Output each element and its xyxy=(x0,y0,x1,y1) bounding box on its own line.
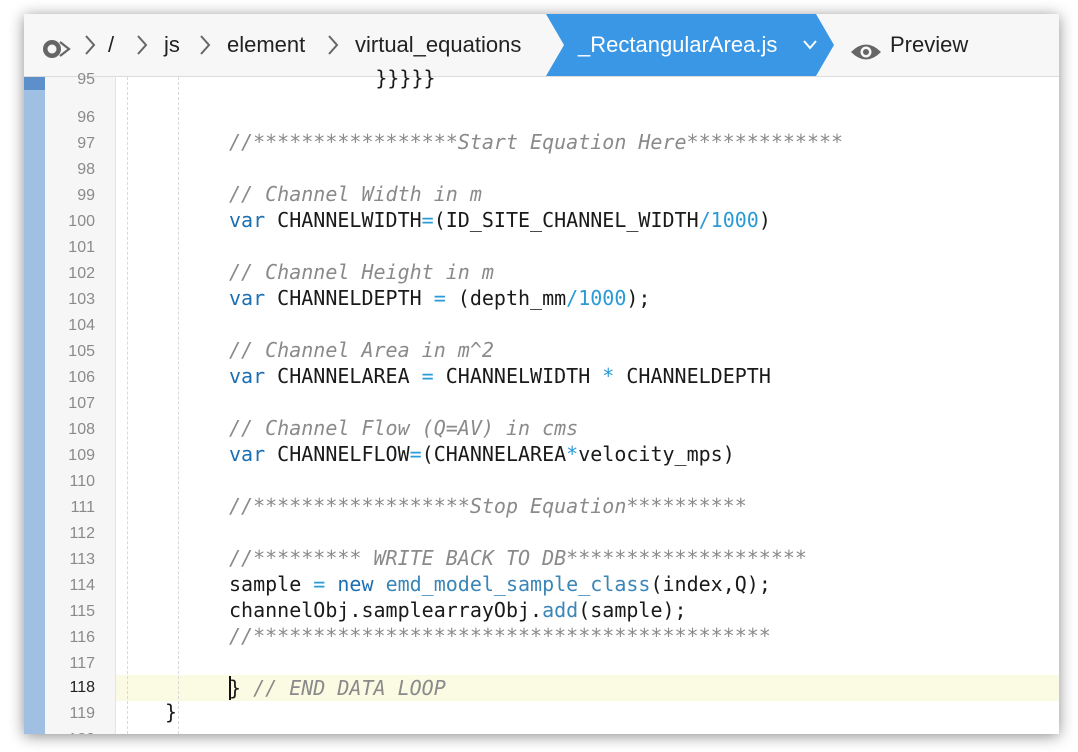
breadcrumb: / js element virtual_equations _Rectangu… xyxy=(24,14,1059,77)
line-number: 109 xyxy=(68,447,95,464)
eye-icon[interactable] xyxy=(850,41,882,67)
code-line[interactable]: // Channel Flow (Q=AV) in cms xyxy=(229,415,578,441)
line-number: 111 xyxy=(70,499,95,516)
code-editor[interactable]: 95 96 97 98 99 100 101 102 103 104 105 1… xyxy=(24,66,1059,734)
line-number: 104 xyxy=(68,317,95,334)
change-indicator-marker xyxy=(24,77,45,90)
chevron-right-icon xyxy=(327,34,339,56)
code-line[interactable]: var CHANNELFLOW=(CHANNELAREA*velocity_mp… xyxy=(229,441,735,467)
line-number: 106 xyxy=(68,369,95,386)
line-number: 98 xyxy=(77,161,95,178)
line-number: 105 xyxy=(68,343,95,360)
line-number: 95 xyxy=(77,71,95,88)
indent-guide xyxy=(127,77,128,734)
line-number: 113 xyxy=(69,551,95,568)
text-caret xyxy=(229,676,231,700)
code-line[interactable]: // Channel Width in m xyxy=(229,181,482,207)
breadcrumb-root[interactable]: / xyxy=(108,14,114,76)
code-line[interactable]: var CHANNELDEPTH = (depth_mm/1000); xyxy=(229,285,650,311)
code-line[interactable]: var CHANNELWIDTH=(ID_SITE_CHANNEL_WIDTH/… xyxy=(229,207,771,233)
code-line-active[interactable]: } // END DATA LOOP xyxy=(229,675,446,701)
line-number: 103 xyxy=(68,291,95,308)
code-line[interactable]: }}}}} xyxy=(279,65,435,91)
line-number-active: 118 xyxy=(69,679,95,696)
circle-record-icon[interactable] xyxy=(40,38,72,60)
code-line[interactable]: //*****************Start Equation Here**… xyxy=(229,129,843,155)
code-line[interactable]: } xyxy=(165,699,177,725)
line-number: 114 xyxy=(69,577,95,594)
code-line[interactable]: var CHANNELAREA = CHANNELWIDTH * CHANNEL… xyxy=(229,363,771,389)
code-line[interactable]: channelObj.samplearrayObj.add(sample); xyxy=(229,597,687,623)
breadcrumb-item-js[interactable]: js xyxy=(164,14,180,76)
line-number: 117 xyxy=(69,655,95,672)
line-number: 97 xyxy=(77,135,95,152)
line-number: 101 xyxy=(68,239,95,256)
line-number: 115 xyxy=(69,603,95,620)
line-number: 107 xyxy=(68,395,95,412)
line-number: 108 xyxy=(68,421,95,438)
line-number: 116 xyxy=(69,629,95,646)
chevron-right-icon xyxy=(84,34,96,56)
chevron-right-icon xyxy=(199,34,211,56)
active-file-name: _RectangularArea.js xyxy=(578,32,778,57)
line-number: 112 xyxy=(69,525,95,542)
indent-guide xyxy=(178,77,179,734)
line-number: 96 xyxy=(77,109,95,126)
code-line[interactable]: //**************************************… xyxy=(229,623,771,649)
line-number: 102 xyxy=(68,265,95,282)
editor-window: / js element virtual_equations _Rectangu… xyxy=(24,14,1059,734)
active-file-tab[interactable]: _RectangularArea.js xyxy=(546,14,834,76)
code-line[interactable]: //******************Stop Equation*******… xyxy=(229,493,747,519)
line-number: 100 xyxy=(68,213,95,230)
line-number: 119 xyxy=(69,705,95,722)
code-line[interactable]: // Channel Height in m xyxy=(229,259,494,285)
line-number: 110 xyxy=(69,473,95,490)
line-number: 99 xyxy=(77,187,95,204)
code-line[interactable]: // Channel Area in m^2 xyxy=(229,337,494,363)
chevron-right-icon xyxy=(136,34,148,56)
change-indicator-strip xyxy=(24,77,45,734)
code-line[interactable]: sample = new emd_model_sample_class(inde… xyxy=(229,571,771,597)
code-line[interactable]: //********* WRITE BACK TO DB************… xyxy=(229,545,807,571)
preview-button[interactable]: Preview xyxy=(890,14,968,76)
line-number: 120 xyxy=(45,727,95,734)
